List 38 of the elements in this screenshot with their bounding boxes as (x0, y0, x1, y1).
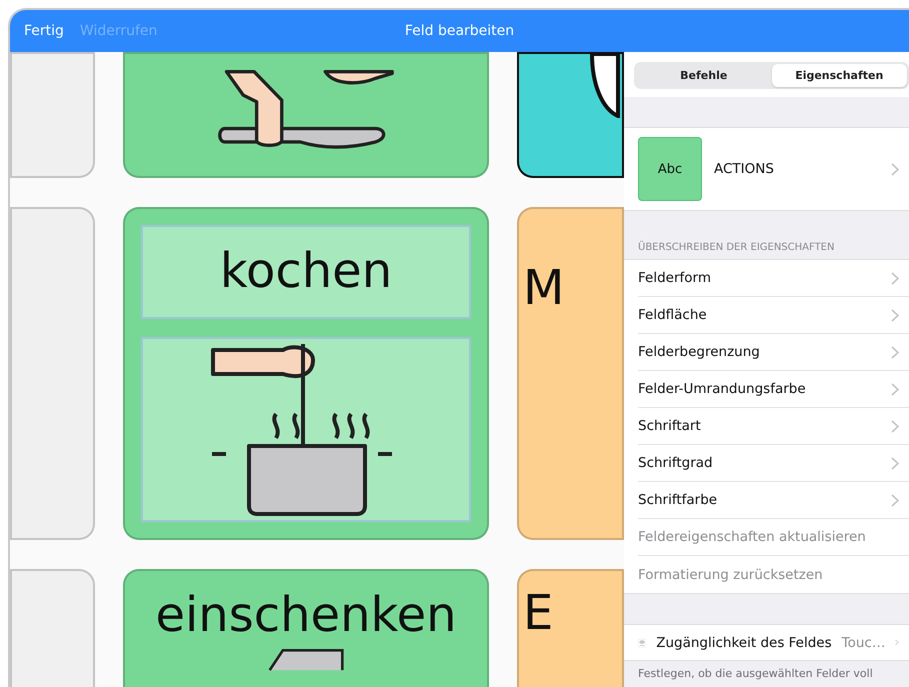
empty-tile[interactable] (10, 569, 95, 687)
chevron-icon (891, 272, 899, 284)
screen-title: Feld bearbeiten (404, 23, 514, 39)
settings-row[interactable]: Felderform (638, 260, 909, 297)
symbol-tile[interactable] (123, 52, 489, 178)
help-text: Festlegen, ob die ausgewählten Felder voll (637, 666, 874, 682)
segment-tab[interactable]: Befehle (636, 64, 772, 87)
tile-label: einschenken (155, 587, 457, 645)
accessibility-row[interactable]: Zugänglichkeit des Feldes Touc… (624, 624, 909, 661)
chevron-icon (891, 382, 899, 396)
symbol-tile[interactable]: M (517, 207, 624, 540)
empty-tile[interactable] (10, 52, 95, 178)
settings-row[interactable]: Feldfläche (638, 297, 909, 334)
symbol-tile[interactable] (517, 52, 624, 178)
speech-bubble-drawing (590, 52, 620, 118)
settings-row[interactable]: Schriftgrad (638, 445, 909, 482)
chevron-icon (891, 494, 899, 506)
symbol-tile[interactable]: einschenken (123, 569, 489, 687)
chevron-icon (891, 456, 899, 470)
settings-row[interactable]: Felder-Umrandungsfarbe (638, 371, 909, 408)
settings-row[interactable]: Schriftfarbe (638, 482, 909, 519)
empty-tile[interactable] (10, 207, 95, 540)
chevron-icon (891, 420, 899, 432)
symbol-tile[interactable]: kochen (123, 207, 489, 540)
chevron-icon (891, 162, 899, 176)
tile-label: M (523, 259, 564, 318)
segment-tab[interactable]: Eigenschaften (772, 64, 907, 87)
section-header: ÜBERSCHREIBEN DER EIGENSCHAFTEN (638, 242, 834, 253)
preview-row[interactable]: Abc ACTIONS (624, 127, 909, 211)
tile-label: E (523, 585, 554, 643)
settings-row[interactable]: Felderbegrenzung (638, 334, 909, 371)
preview-name: ACTIONS (714, 161, 775, 177)
settings-row[interactable]: Schriftart (638, 408, 909, 445)
chevron-icon (891, 308, 899, 322)
tile-preview: Abc (638, 137, 702, 201)
chevron-icon (891, 346, 899, 358)
symbol-tile[interactable]: E (517, 569, 624, 687)
tile-label: kochen (141, 225, 471, 319)
